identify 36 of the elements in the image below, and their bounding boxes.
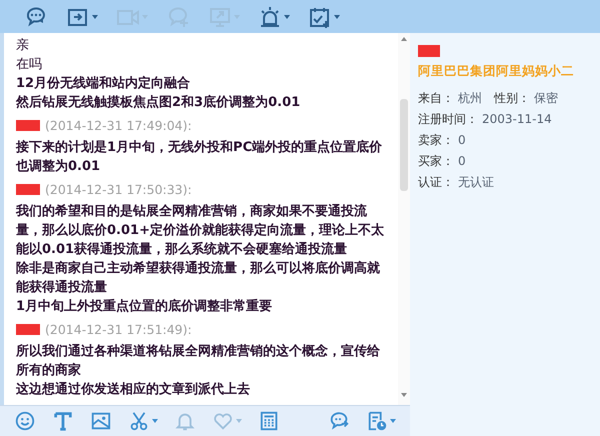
- info-value: 杭州: [458, 90, 482, 107]
- calculator-icon: [258, 410, 280, 432]
- message-text: 然后钻展无线触摸板焦点图2和3底价调整为0.01: [16, 94, 302, 112]
- picture-icon: [90, 410, 112, 432]
- chat-arrow-icon: [328, 410, 350, 432]
- info-value: 2003-11-14: [482, 111, 552, 128]
- info-value: 无认证: [458, 174, 494, 191]
- smiley-icon: [14, 410, 36, 432]
- scissors-icon: [128, 410, 150, 432]
- message-timestamp: (2014-12-31 17:49:04):: [45, 118, 192, 133]
- message-text: 我们的希望和目的是钻展全网精准营销，商家如果不要通投流量，那么以底价0.01+定价溢价就能获得定向流量，理论上不太能以0.01获得通投流量，那么系统就不会硬塞给通投流量: [16, 202, 385, 259]
- info-label: 来自：: [418, 90, 454, 107]
- info-value: 0: [458, 132, 466, 149]
- info-value: 0: [458, 153, 466, 170]
- message-text: 在吗: [16, 56, 43, 74]
- message-timestamp: (2014-12-31 17:50:33):: [45, 182, 192, 197]
- info-label: 注册时间：: [418, 111, 478, 128]
- message-text: 1月中旬上外投重点位置的底价调整非常重要: [16, 298, 274, 316]
- chat-bubble-icon: [24, 4, 48, 28]
- info-label: 认证：: [418, 174, 454, 191]
- message-text: 除非是商家自己主动希望获得通投流量，那么可以将底价调高就能获得通投流量: [16, 260, 381, 297]
- info-label: 性别：: [494, 90, 530, 107]
- message-text: 亲: [16, 37, 30, 55]
- info-value: 保密: [534, 90, 558, 107]
- message-text: 接下来的计划是1月中旬，无线外投和PC端外投的重点位置底价也调整为0.01: [16, 138, 384, 176]
- document-clock-icon: [366, 410, 388, 432]
- company-name: 阿里巴巴集团阿里妈妈小二: [418, 63, 575, 80]
- text-t-icon: [52, 410, 74, 432]
- info-label: 卖家：: [418, 132, 454, 149]
- message-text: 所以我们通过各种渠道将钻展全网精准营销的这个概念，宣传给所有的商家: [16, 342, 381, 380]
- alarm-light-icon: [258, 4, 282, 28]
- message-text: 12月份无线端和站内定向融合: [16, 74, 192, 93]
- message-timestamp: (2014-12-31 17:51:49):: [45, 322, 192, 337]
- message-text: 这边想通过你发送相应的文章到派代上去: [16, 380, 251, 399]
- info-label: 买家：: [418, 153, 454, 170]
- scrollbar[interactable]: [398, 33, 410, 405]
